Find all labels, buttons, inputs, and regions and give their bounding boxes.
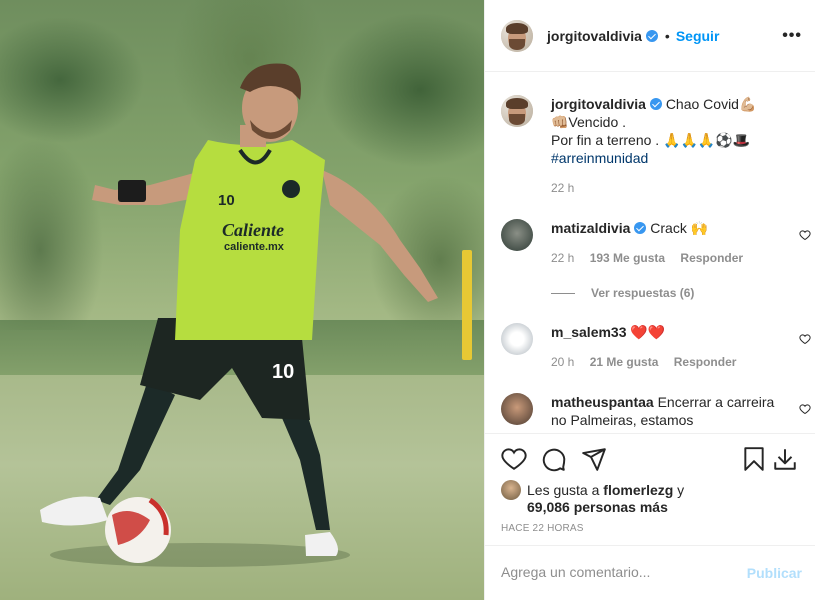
caption-hashtag[interactable]: #arreinmunidad: [551, 150, 648, 166]
comment-username[interactable]: matizaldivia: [551, 220, 630, 236]
comment-item: m_salem33 ❤️❤️ 20 h 21 Me gusta Responde…: [501, 323, 811, 383]
reply-button[interactable]: Responder: [674, 355, 737, 369]
post-timestamp[interactable]: HACE 22 HORAS: [501, 523, 584, 534]
author-avatar[interactable]: [501, 19, 533, 52]
post-header: jorgitovaldivia • Seguir •••: [485, 0, 815, 72]
post-comment-button[interactable]: Publicar: [747, 565, 802, 581]
follow-button[interactable]: Seguir: [676, 28, 720, 44]
caption-username[interactable]: jorgitovaldivia: [551, 96, 646, 112]
like-comment-heart-icon[interactable]: [799, 333, 811, 345]
svg-text:10: 10: [272, 361, 294, 383]
comment-likes[interactable]: 21 Me gusta: [590, 355, 659, 369]
liked-by: Les gusta a flomerlezg y 69,086 personas…: [501, 480, 801, 515]
svg-text:10: 10: [218, 192, 235, 209]
reply-button[interactable]: Responder: [680, 251, 743, 265]
verified-badge-icon: [634, 222, 647, 234]
caption-meta: 22 h: [551, 181, 586, 195]
caption-time[interactable]: 22 h: [551, 181, 574, 195]
like-heart-icon[interactable]: [501, 446, 527, 472]
likes-count[interactable]: 69,086 personas más: [527, 498, 668, 516]
caption-text: jorgitovaldivia Chao Covid💪🏼 👊🏼Vencido .…: [551, 95, 783, 167]
comment-item: matheuspantaa Encerrar a carreira no Pal…: [501, 393, 811, 433]
caption-line-1: Chao Covid💪🏼: [665, 96, 757, 112]
caption-line-3: Por fin a terreno . 🙏🙏🙏⚽🎩: [551, 132, 751, 148]
comment-time[interactable]: 20 h: [551, 355, 574, 369]
comment-meta: 20 h 21 Me gusta Responder: [551, 355, 748, 369]
author-avatar[interactable]: [501, 95, 533, 127]
share-plane-icon[interactable]: [581, 446, 607, 472]
caption-line-2: 👊🏼Vencido .: [551, 114, 627, 130]
separator-dot: •: [664, 27, 670, 44]
comment-text: matheuspantaa Encerrar a carreira no Pal…: [551, 393, 783, 429]
comment-input[interactable]: [501, 564, 731, 580]
likes-prefix: Les gusta a: [527, 482, 604, 498]
comment-content: Crack 🙌: [650, 220, 709, 236]
comment-username[interactable]: m_salem33: [551, 324, 627, 340]
post-sidebar: jorgitovaldivia • Seguir ••• jorgitovald…: [484, 0, 815, 600]
caption: jorgitovaldivia Chao Covid💪🏼 👊🏼Vencido .…: [501, 95, 801, 215]
comment-time[interactable]: 22 h: [551, 251, 574, 265]
comment-content: ❤️❤️: [630, 324, 666, 340]
comments-list[interactable]: jorgitovaldivia Chao Covid💪🏼 👊🏼Vencido .…: [485, 73, 815, 433]
comment-bubble-icon[interactable]: [541, 446, 567, 472]
comment-username[interactable]: matheuspantaa: [551, 394, 654, 410]
liker-avatar[interactable]: [501, 480, 521, 500]
commenter-avatar[interactable]: [501, 323, 533, 355]
more-options-icon[interactable]: •••: [782, 27, 802, 45]
post-image[interactable]: 10 10 Caliente caliente.mx: [0, 0, 484, 600]
author-username[interactable]: jorgitovaldivia: [547, 28, 642, 44]
svg-text:Caliente: Caliente: [222, 220, 284, 240]
view-replies-button[interactable]: Ver respuestas (6): [551, 286, 694, 300]
comment-text: matizaldivia Crack 🙌: [551, 219, 783, 237]
download-icon[interactable]: [772, 446, 798, 472]
player-figure: 10 10 Caliente caliente.mx: [40, 63, 438, 567]
post-actions: Les gusta a flomerlezg y 69,086 personas…: [485, 433, 815, 545]
commenter-avatar[interactable]: [501, 219, 533, 251]
comment-text: m_salem33 ❤️❤️: [551, 323, 783, 341]
likes-suffix: y: [673, 482, 685, 498]
comment-item: matizaldivia Crack 🙌 22 h 193 Me gusta R…: [501, 219, 811, 279]
comment-likes[interactable]: 193 Me gusta: [590, 251, 665, 265]
save-bookmark-icon[interactable]: [741, 446, 767, 472]
like-comment-heart-icon[interactable]: [799, 403, 811, 415]
verified-badge-icon: [649, 98, 662, 110]
like-comment-heart-icon[interactable]: [799, 229, 811, 241]
add-comment-bar: Publicar: [485, 545, 815, 600]
commenter-avatar[interactable]: [501, 393, 533, 425]
svg-text:caliente.mx: caliente.mx: [224, 241, 285, 253]
liker-username[interactable]: flomerlezg: [603, 482, 673, 498]
view-replies-label: Ver respuestas (6): [591, 286, 695, 300]
comment-meta: 22 h 193 Me gusta Responder: [551, 251, 755, 265]
replies-divider: [551, 292, 575, 294]
verified-badge-icon: [645, 29, 658, 42]
